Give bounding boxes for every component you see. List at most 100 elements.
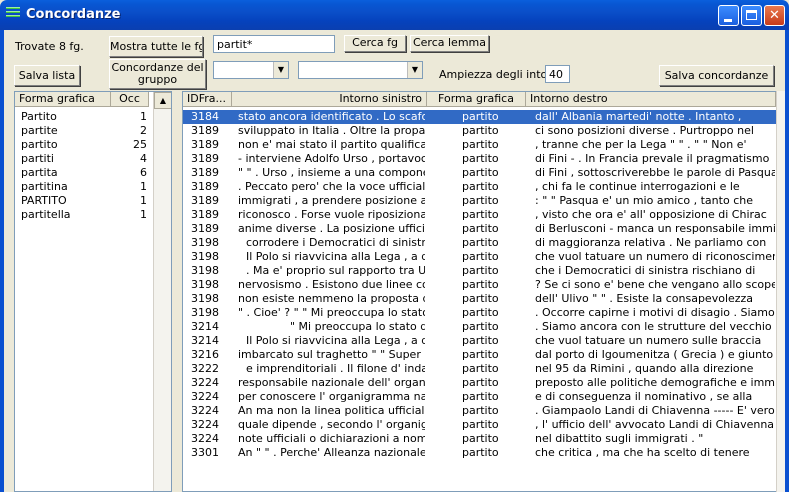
save-list-button[interactable]: Salva lista [14, 65, 80, 86]
header-left-context[interactable]: Intorno sinistro [232, 92, 427, 107]
table-row[interactable]: 3224 An ma non la linea politica ufficial… [183, 404, 776, 418]
id-cell: 3198 [191, 236, 219, 249]
form-cell: partito [462, 334, 499, 347]
id-cell: 3189 [191, 180, 219, 193]
right-context-cell: di maggioranza relativa . Ne parliamo co… [535, 236, 767, 249]
table-row[interactable]: 3301 An " " . Perche' Alleanza nazionale p… [183, 446, 776, 460]
pane-splitter[interactable] [172, 91, 181, 492]
table-row[interactable]: 3189 " " . Urso , insieme a una componen.… [183, 166, 776, 180]
table-row[interactable]: 3184 stato ancora identificato . Lo scafo… [183, 110, 776, 124]
list-item[interactable]: Partito 1 [15, 110, 151, 124]
header-idfra[interactable]: IDFra... [183, 92, 232, 107]
list-item[interactable]: partitella 1 [15, 208, 151, 222]
title-bar[interactable]: Concordanze ✕ [0, 0, 789, 30]
list-item[interactable]: partiti 4 [15, 152, 151, 166]
right-context-cell: ? Se ci sono e' bene che vengano allo sc… [535, 278, 775, 291]
id-cell: 3189 [191, 152, 219, 165]
form-cell: Partito [21, 110, 57, 123]
table-row[interactable]: 3224 quale dipende , secondo l' organigra… [183, 418, 776, 432]
form-cell: partito [21, 138, 58, 151]
context-width-label: Ampiezza degli intorni [439, 68, 562, 81]
list-item[interactable]: partita 6 [15, 166, 151, 180]
header-occ[interactable]: Occ [111, 92, 149, 107]
list-item[interactable]: PARTITO 1 [15, 194, 151, 208]
chevron-down-icon[interactable]: ▼ [407, 62, 422, 78]
search-fg-button[interactable]: Cerca fg [344, 35, 406, 52]
table-row[interactable]: 3189 anime diverse . La posizione ufficia… [183, 222, 776, 236]
minimize-button[interactable] [718, 5, 739, 26]
forms-list[interactable]: Forma grafica Occ Partito 1 partite 2 partit… [14, 91, 172, 492]
left-context-cell: per conoscere l' organigramma nazio... [238, 390, 425, 403]
concordance-scrollbar[interactable] [776, 91, 785, 492]
id-cell: 3301 [191, 446, 219, 459]
minimize-icon [724, 19, 732, 22]
left-context-cell: sviluppato in Italia . Oltre la propaga.… [238, 124, 425, 137]
table-row[interactable]: 3189 non e' mai stato il partito qualific… [183, 138, 776, 152]
table-row[interactable]: 3198 corrodere i Democratici di sinistra … [183, 236, 776, 250]
context-width-input[interactable] [545, 65, 570, 83]
header-form[interactable]: Forma grafica [427, 92, 526, 107]
left-context-cell: " Mi preoccupa lo stato del [290, 320, 425, 333]
id-cell: 3189 [191, 222, 219, 235]
form-cell: partito [462, 348, 499, 361]
header-forma-grafica[interactable]: Forma grafica [15, 92, 111, 107]
list-item[interactable]: partito 25 [15, 138, 151, 152]
form-cell: partito [462, 208, 499, 221]
table-row[interactable]: 3189 - interviene Adolfo Urso , portavoce… [183, 152, 776, 166]
id-cell: 3189 [191, 194, 219, 207]
right-context-cell: ci sono posizioni diverse . Purtroppo ne… [535, 124, 754, 137]
table-row[interactable]: 3224 note ufficiali o dichiarazioni a nom… [183, 432, 776, 446]
table-row[interactable]: 3198 . Ma e' proprio sul rapporto tra Uli… [183, 264, 776, 278]
table-row[interactable]: 3198 non esiste nemmeno la proposta di u.… [183, 292, 776, 306]
list-item[interactable]: partitina 1 [15, 180, 151, 194]
table-row[interactable]: 3189 . Peccato pero' che la voce ufficial… [183, 180, 776, 194]
filter-combo-2[interactable]: ▼ [298, 61, 423, 79]
forms-list-scrollbar[interactable]: ▲ [153, 92, 171, 491]
close-button[interactable]: ✕ [764, 5, 785, 26]
right-context-cell: che vuol tatuare un numero di riconoscim… [535, 250, 775, 263]
header-right-context[interactable]: Intorno destro [526, 92, 776, 107]
concordance-table[interactable]: IDFra... Intorno sinistro Forma grafica … [182, 91, 777, 492]
form-cell: partito [462, 180, 499, 193]
show-all-button[interactable]: Mostra tutte le fg [109, 36, 203, 57]
right-context-cell: , tranne che per la Lega " " . " " Non e… [535, 138, 747, 151]
form-cell: PARTITO [21, 194, 67, 207]
table-row[interactable]: 3198 " . Cioe' ? " " Mi preoccupa lo stat… [183, 306, 776, 320]
id-cell: 3224 [191, 376, 219, 389]
scroll-up-icon[interactable]: ▲ [154, 92, 171, 109]
table-row[interactable]: 3222 e imprenditoriali . Il filone d' ind… [183, 362, 776, 376]
left-context-cell: responsabile nazionale dell' organo ... [238, 376, 425, 389]
table-row[interactable]: 3189 immigrati , a prendere posizione a n… [183, 194, 776, 208]
search-input[interactable] [213, 35, 335, 53]
table-row[interactable]: 3198 nervosismo . Esistono due linee cont… [183, 278, 776, 292]
id-cell: 3198 [191, 264, 219, 277]
left-context-cell: . Ma e' proprio sul rapporto tra Ulivo e [246, 264, 425, 277]
list-item[interactable]: partite 2 [15, 124, 151, 138]
table-row[interactable]: 3216 imbarcato sul traghetto " " Super Fa… [183, 348, 776, 362]
right-context-cell: preposto alle politiche demografiche e i… [535, 376, 775, 389]
left-context-cell: stato ancora identificato . Lo scafo e..… [238, 110, 425, 123]
chevron-down-icon[interactable]: ▼ [273, 62, 288, 78]
app-icon [6, 7, 20, 23]
maximize-button[interactable] [741, 5, 762, 26]
table-row[interactable]: 3214 Il Polo si riavvicina alla Lega , a … [183, 334, 776, 348]
group-concordances-button[interactable]: Concordanze del gruppo [109, 59, 206, 89]
form-cell: partito [462, 390, 499, 403]
table-row[interactable]: 3189 riconosco . Forse vuole riposizionar… [183, 208, 776, 222]
table-row[interactable]: 3224 responsabile nazionale dell' organo … [183, 376, 776, 390]
save-concordances-button[interactable]: Salva concordanze [659, 65, 774, 86]
filter-combo-1[interactable]: ▼ [213, 61, 289, 79]
table-row[interactable]: 3198 Il Polo si riavvicina alla Lega , a … [183, 250, 776, 264]
left-context-cell: An ma non la linea politica ufficiale d.… [238, 404, 425, 417]
table-row[interactable]: 3189 sviluppato in Italia . Oltre la prop… [183, 124, 776, 138]
left-context-cell: An " " . Perche' Alleanza nazionale [238, 446, 425, 459]
left-context-cell: e imprenditoriali . Il filone d' indagin… [246, 362, 425, 375]
search-lemma-button[interactable]: Cerca lemma [410, 35, 489, 52]
form-cell: partito [462, 124, 499, 137]
form-cell: partito [462, 404, 499, 417]
table-row[interactable]: 3224 per conoscere l' organigramma nazio.… [183, 390, 776, 404]
left-context-cell: corrodere i Democratici di sinistra , il [246, 236, 425, 249]
left-context-cell: . Peccato pero' che la voce ufficiale... [238, 180, 425, 193]
table-row[interactable]: 3214 " Mi preoccupa lo stato del partito . … [183, 320, 776, 334]
right-context-cell: , l' ufficio dell' avvocato Landi di Chi… [535, 418, 775, 431]
